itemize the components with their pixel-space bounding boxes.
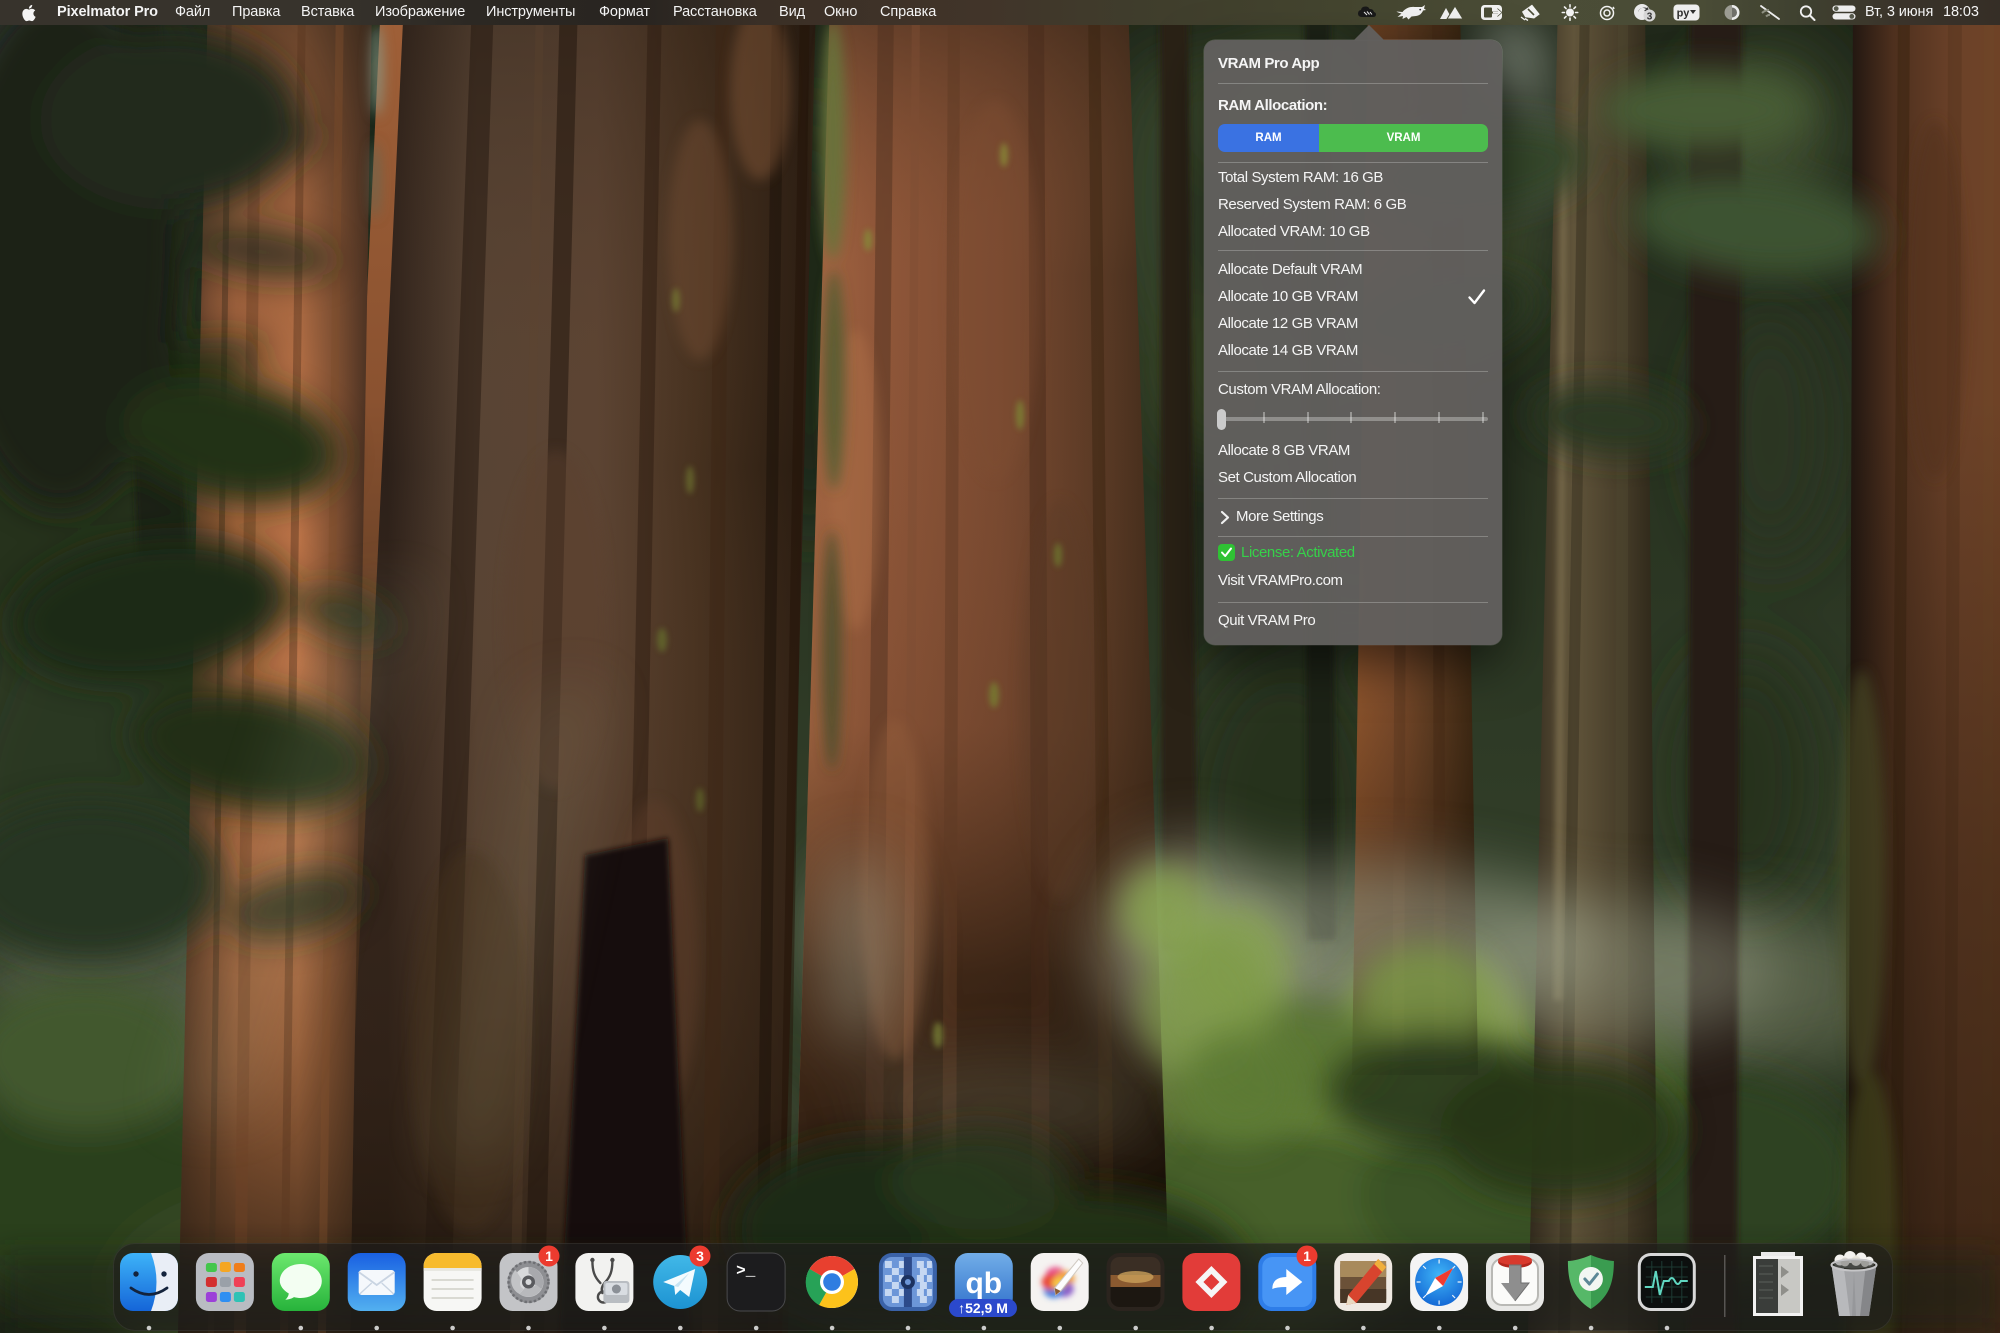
svg-text:1: 1: [545, 1248, 553, 1264]
svg-text:1: 1: [1303, 1248, 1311, 1264]
svg-text:3: 3: [1647, 12, 1653, 23]
svg-text:ру: ру: [1677, 8, 1691, 20]
svg-text:↑52,9 М: ↑52,9 М: [958, 1300, 1008, 1316]
svg-text:3: 3: [696, 1248, 704, 1264]
svg-text:>_: >_: [736, 1262, 756, 1280]
svg-text:qb: qb: [965, 1267, 1002, 1300]
